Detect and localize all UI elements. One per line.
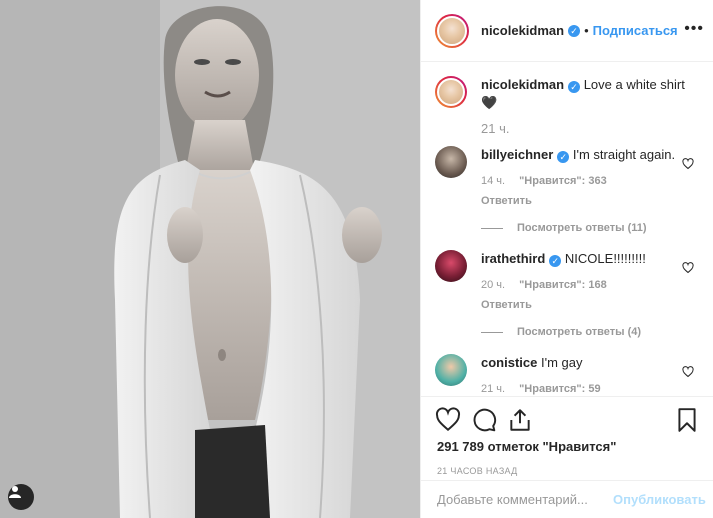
verified-badge-icon: ✓ xyxy=(568,81,581,93)
comment-likes[interactable]: "Нравится": 59 xyxy=(519,380,600,396)
view-replies-label: Посмотреть ответы (11) xyxy=(517,222,647,234)
verified-badge-icon: ✓ xyxy=(557,151,570,163)
user-tag-icon[interactable] xyxy=(8,484,34,510)
likes-count[interactable]: 291 789 отметок "Нравится" xyxy=(421,433,713,454)
view-replies-label: Посмотреть ответы (4) xyxy=(517,326,642,338)
heart-icon[interactable] xyxy=(435,407,461,433)
photo-illustration xyxy=(0,0,420,518)
comment-time: 20 ч. xyxy=(481,279,506,291)
caption-entry: nicolekidman ✓ Love a white shirt 🖤 21 ч. xyxy=(435,76,700,138)
view-replies-button[interactable]: Посмотреть ответы (4) xyxy=(481,326,700,338)
separator-dot: • xyxy=(584,23,589,38)
commenter-avatar[interactable] xyxy=(435,354,467,386)
comment-time: 21 ч. xyxy=(481,383,506,395)
author-avatar[interactable] xyxy=(435,13,469,48)
post-side-panel: nicolekidman ✓ • Подписаться ••• nicolek… xyxy=(420,0,713,518)
author-avatar-small[interactable] xyxy=(435,76,467,108)
verified-badge-icon: ✓ xyxy=(568,24,581,37)
caption-meta: 21 ч. xyxy=(481,120,700,138)
comment-username[interactable]: conistice xyxy=(481,355,537,370)
add-comment-bar: Опубликовать xyxy=(421,480,713,518)
comment-like-icon[interactable] xyxy=(682,366,694,378)
replies-divider xyxy=(481,227,503,229)
post-header: nicolekidman ✓ • Подписаться ••• xyxy=(421,0,713,62)
comment-username[interactable]: irathethird xyxy=(481,251,545,266)
comment-username[interactable]: billyeichner xyxy=(481,147,553,162)
verified-badge-icon: ✓ xyxy=(549,255,562,267)
replies-divider xyxy=(481,331,503,333)
comment-meta: 20 ч. "Нравится": 168 xyxy=(481,276,700,294)
caption-time: 21 ч. xyxy=(481,121,510,136)
commenter-avatar[interactable] xyxy=(435,146,467,178)
commenter-avatar[interactable] xyxy=(435,250,467,282)
comment-meta: 14 ч. "Нравится": 363 xyxy=(481,172,700,190)
comment-meta: 21 ч. "Нравится": 59 xyxy=(481,380,700,396)
publish-button[interactable]: Опубликовать xyxy=(613,492,706,507)
comment-item: conistice I'm gay 21 ч. "Нравится": 59 xyxy=(435,354,700,396)
share-icon[interactable] xyxy=(507,407,533,433)
comment-text: I'm straight again. xyxy=(572,147,676,162)
post-photo[interactable] xyxy=(0,0,420,518)
comments-list[interactable]: nicolekidman ✓ Love a white shirt 🖤 21 ч.… xyxy=(421,62,713,396)
post-timestamp: 21 ЧАСОВ НАЗАД xyxy=(437,466,518,476)
comment-item: billyeichner ✓ I'm straight again. 14 ч. … xyxy=(435,146,700,210)
post-actions: 291 789 отметок "Нравится" 21 ЧАСОВ НАЗА… xyxy=(421,396,713,518)
comment-text: I'm gay xyxy=(540,355,583,370)
comment-likes[interactable]: "Нравится": 363 xyxy=(519,172,607,190)
reply-button[interactable]: Ответить xyxy=(481,192,700,210)
comment-like-icon[interactable] xyxy=(682,158,694,170)
follow-button[interactable]: Подписаться xyxy=(593,23,678,38)
more-options-button[interactable]: ••• xyxy=(684,20,704,38)
post-view: nicolekidman ✓ • Подписаться ••• nicolek… xyxy=(0,0,713,518)
comment-text: NICOLE!!!!!!!!! xyxy=(564,251,646,266)
reply-button[interactable]: Ответить xyxy=(481,296,700,314)
caption-username[interactable]: nicolekidman xyxy=(481,77,564,92)
comment-like-icon[interactable] xyxy=(682,262,694,274)
comment-time: 14 ч. xyxy=(481,175,506,187)
view-replies-button[interactable]: Посмотреть ответы (11) xyxy=(481,222,700,234)
comment-likes[interactable]: "Нравится": 168 xyxy=(519,276,607,294)
bookmark-icon[interactable] xyxy=(674,407,700,433)
comment-icon[interactable] xyxy=(471,407,497,433)
author-username[interactable]: nicolekidman xyxy=(481,23,564,38)
comment-item: irathethird ✓ NICOLE!!!!!!!!! 20 ч. "Нрав… xyxy=(435,250,700,314)
action-icons xyxy=(421,397,713,433)
comment-input[interactable] xyxy=(437,492,613,507)
